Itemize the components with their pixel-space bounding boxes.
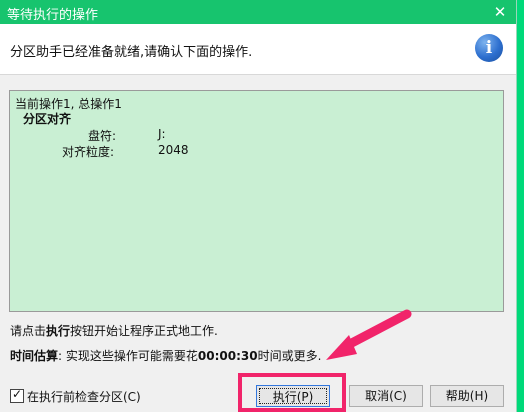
pointer-arrow: [326, 309, 412, 360]
